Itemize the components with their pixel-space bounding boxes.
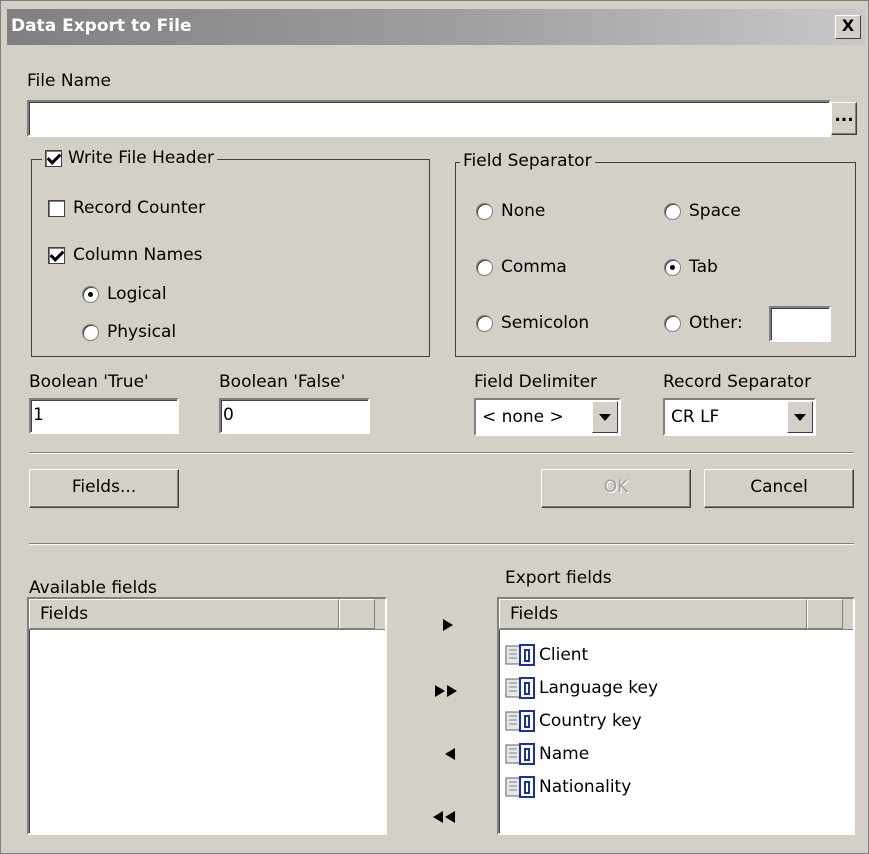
boolean-true-label: Boolean 'True' bbox=[29, 372, 149, 392]
divider bbox=[29, 452, 854, 454]
logical-option[interactable]: Logical bbox=[82, 284, 167, 304]
record-separator-select[interactable]: CR LF bbox=[663, 398, 816, 436]
export-dialog: Data Export to File X File Name ... Writ… bbox=[0, 0, 869, 854]
field-delimiter-select[interactable]: < none > bbox=[474, 398, 621, 436]
column-names-checkbox[interactable] bbox=[48, 246, 65, 264]
field-icon bbox=[505, 644, 537, 666]
column-names-label: Column Names bbox=[73, 245, 203, 265]
field-delimiter-value: < none > bbox=[482, 407, 564, 427]
physical-option[interactable]: Physical bbox=[82, 322, 176, 342]
record-separator-label: Record Separator bbox=[663, 372, 812, 392]
list-header: Fields bbox=[499, 599, 853, 630]
write-header-checkbox[interactable] bbox=[45, 149, 62, 167]
separator-comma-label: Comma bbox=[501, 257, 567, 277]
separator-comma-radio[interactable] bbox=[476, 258, 493, 276]
separator-space-label: Space bbox=[689, 201, 741, 221]
export-fields-list[interactable]: Fields Client Language key Country key Name… bbox=[497, 597, 855, 835]
browse-button[interactable]: ... bbox=[831, 102, 857, 135]
column-names-option[interactable]: Column Names bbox=[48, 245, 203, 265]
file-name-label: File Name bbox=[27, 71, 112, 91]
separator-other-label: Other: bbox=[689, 313, 743, 333]
boolean-false-label: Boolean 'False' bbox=[219, 372, 346, 392]
separator-tab-radio[interactable] bbox=[664, 258, 681, 276]
title-bar[interactable]: Data Export to File X bbox=[7, 9, 865, 45]
separator-other-radio[interactable] bbox=[664, 314, 681, 332]
cancel-button[interactable]: Cancel bbox=[704, 469, 854, 508]
write-header-label: Write File Header bbox=[68, 148, 215, 168]
separator-space-option[interactable]: Space bbox=[664, 201, 741, 221]
move-all-right-icon[interactable] bbox=[431, 679, 467, 703]
separator-comma-option[interactable]: Comma bbox=[476, 257, 567, 277]
list-item-label: Client bbox=[539, 645, 589, 665]
boolean-true-input[interactable]: 1 bbox=[29, 398, 179, 434]
logical-radio[interactable] bbox=[82, 285, 99, 303]
field-separator-legend: Field Separator bbox=[463, 151, 592, 171]
column-header-spacer bbox=[339, 599, 375, 629]
column-header-fields[interactable]: Fields bbox=[29, 599, 339, 629]
list-item[interactable]: Language key bbox=[505, 676, 658, 700]
logical-label: Logical bbox=[107, 284, 167, 304]
list-item[interactable]: Name bbox=[505, 742, 589, 766]
move-left-icon[interactable] bbox=[435, 742, 465, 766]
separator-none-label: None bbox=[501, 201, 546, 221]
chevron-down-icon[interactable] bbox=[592, 401, 618, 433]
list-item-label: Nationality bbox=[539, 777, 632, 797]
separator-space-radio[interactable] bbox=[664, 202, 681, 220]
field-delimiter-label: Field Delimiter bbox=[474, 372, 598, 392]
available-fields-label: Available fields bbox=[29, 578, 157, 598]
file-name-input[interactable] bbox=[27, 100, 831, 137]
export-fields-label: Export fields bbox=[505, 568, 612, 588]
physical-radio[interactable] bbox=[82, 323, 99, 341]
list-item-label: Language key bbox=[539, 678, 659, 698]
move-all-left-icon[interactable] bbox=[427, 805, 463, 829]
record-separator-value: CR LF bbox=[671, 407, 720, 427]
separator-semicolon-option[interactable]: Semicolon bbox=[476, 313, 589, 333]
window-title: Data Export to File bbox=[11, 16, 192, 36]
record-counter-checkbox[interactable] bbox=[48, 199, 65, 217]
separator-none-option[interactable]: None bbox=[476, 201, 545, 221]
close-button[interactable]: X bbox=[835, 15, 861, 39]
record-counter-option[interactable]: Record Counter bbox=[48, 198, 205, 218]
boolean-false-input[interactable]: 0 bbox=[219, 398, 370, 434]
list-header: Fields bbox=[29, 599, 385, 630]
separator-semicolon-radio[interactable] bbox=[476, 314, 493, 332]
field-icon bbox=[505, 776, 537, 798]
other-separator-input[interactable] bbox=[769, 306, 831, 342]
move-right-icon[interactable] bbox=[435, 613, 465, 637]
record-counter-label: Record Counter bbox=[73, 198, 206, 218]
field-icon bbox=[505, 710, 537, 732]
list-item[interactable]: Nationality bbox=[505, 775, 631, 799]
field-icon bbox=[505, 743, 537, 765]
divider bbox=[29, 543, 854, 545]
fields-button[interactable]: Fields... bbox=[29, 469, 179, 508]
separator-other-option[interactable]: Other: bbox=[664, 313, 743, 333]
field-icon bbox=[505, 677, 537, 699]
list-item-label: Name bbox=[539, 744, 590, 764]
list-item[interactable]: Client bbox=[505, 643, 588, 667]
ok-button[interactable]: OK bbox=[541, 469, 691, 508]
list-item[interactable]: Country key bbox=[505, 709, 642, 733]
separator-semicolon-label: Semicolon bbox=[501, 313, 590, 333]
separator-tab-option[interactable]: Tab bbox=[664, 257, 718, 277]
list-item-label: Country key bbox=[539, 711, 642, 731]
separator-none-radio[interactable] bbox=[476, 202, 493, 220]
physical-label: Physical bbox=[107, 322, 177, 342]
chevron-down-icon[interactable] bbox=[787, 401, 813, 433]
column-header-spacer bbox=[807, 599, 843, 629]
available-fields-list[interactable]: Fields bbox=[27, 597, 387, 835]
column-header-fields[interactable]: Fields bbox=[499, 599, 807, 629]
separator-tab-label: Tab bbox=[689, 257, 718, 277]
